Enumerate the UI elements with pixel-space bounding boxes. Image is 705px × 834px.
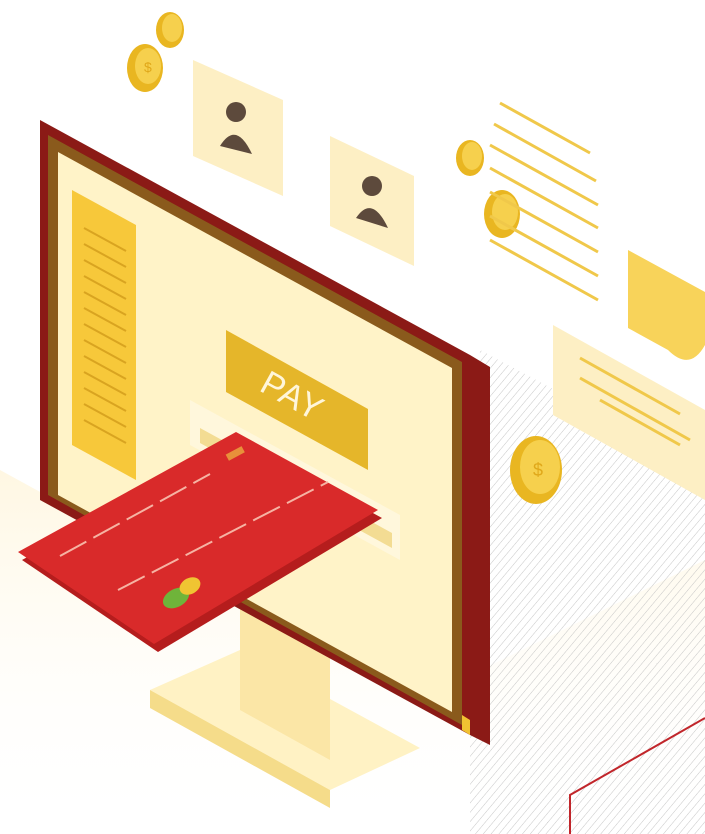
document-lines-icon [489,101,599,302]
svg-text:$: $ [533,460,543,480]
dollar-coin-icon: $ [127,44,163,92]
user-profile-icon [330,136,414,266]
user-profile-icon [193,60,283,196]
dollar-coin-icon: $ [510,436,562,504]
isometric-payment-illustration: $ $ PAY [0,12,705,834]
svg-text:$: $ [144,59,152,75]
dollar-coin-icon [156,12,184,48]
screen-sidebar [72,190,136,480]
dollar-coin-icon [456,140,484,176]
